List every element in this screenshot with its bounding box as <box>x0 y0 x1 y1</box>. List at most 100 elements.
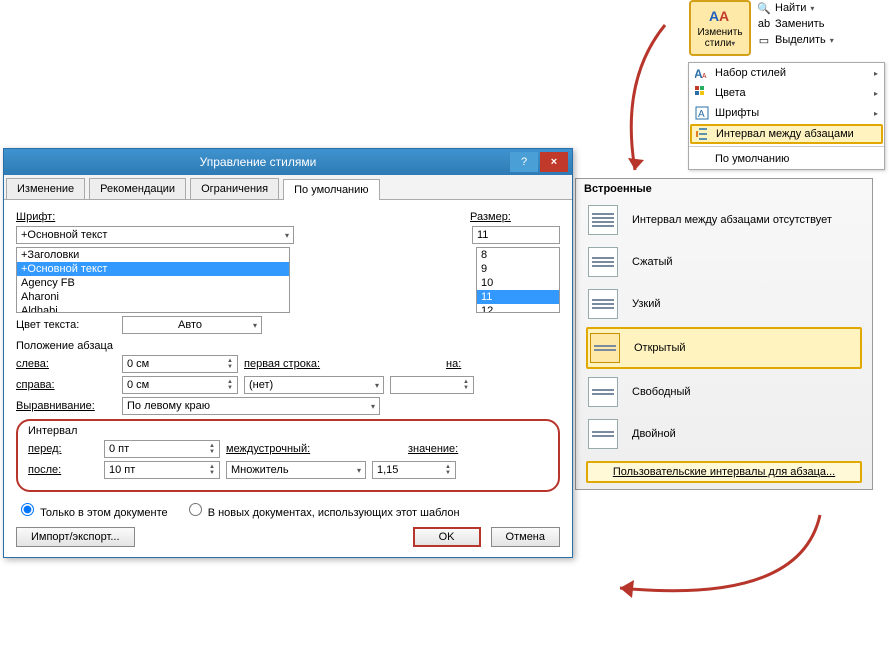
replace-label: Заменить <box>775 18 824 30</box>
replace-button[interactable]: ab Заменить <box>757 16 834 32</box>
help-button[interactable]: ? <box>510 152 538 172</box>
tab-recommend[interactable]: Рекомендации <box>89 178 186 199</box>
cancel-button[interactable]: Отмена <box>491 527 560 547</box>
menu-style-set[interactable]: AᴀНабор стилей▸ <box>689 63 884 83</box>
radio-doc[interactable]: Только в этом документе <box>16 500 168 519</box>
menu-fonts[interactable]: AШрифты▸ <box>689 103 884 123</box>
after-spin[interactable]: 10 пт▲▼ <box>104 461 220 479</box>
font-option[interactable]: Aldhabi <box>17 304 289 313</box>
linespacing-label: междустрочный: <box>226 443 310 455</box>
on-label: на: <box>446 358 461 370</box>
font-option[interactable]: +Основной текст <box>17 262 289 276</box>
change-styles-menu: AᴀНабор стилей▸ Цвета▸ AШрифты▸ Интервал… <box>688 62 885 170</box>
ok-button[interactable]: OK <box>413 527 481 547</box>
para-spacing-flyout: Встроенные Интервал между абзацами отсут… <box>575 178 873 490</box>
menu-para-spacing-label: Интервал между абзацами <box>716 128 854 140</box>
interval-group: Интервал перед: 0 пт▲▼ междустрочный: зн… <box>16 419 560 492</box>
menu-colors[interactable]: Цвета▸ <box>689 83 884 103</box>
close-button[interactable]: × <box>540 152 568 172</box>
before-spin[interactable]: 0 пт▲▼ <box>104 440 220 458</box>
styleset-icon: Aᴀ <box>695 66 709 80</box>
annotation-arrow-icon <box>600 510 830 630</box>
preset-free[interactable]: Свободный <box>576 371 872 413</box>
align-label: Выравнивание: <box>16 400 95 412</box>
firstline-combo[interactable]: (нет)▾ <box>244 376 384 394</box>
custom-spacing-label: Пользовательские интервалы для абзаца... <box>613 466 835 478</box>
preset-narrow[interactable]: Узкий <box>576 283 872 325</box>
colors-icon <box>695 86 709 100</box>
preset-compact-label: Сжатый <box>632 256 673 268</box>
manage-styles-dialog: Управление стилями ? × Изменение Рекомен… <box>3 148 573 558</box>
spacing-icon <box>696 127 710 141</box>
font-label: Шрифт: <box>16 211 55 223</box>
preset-double-icon <box>588 419 618 449</box>
preset-none-label: Интервал между абзацами отсутствует <box>632 214 832 226</box>
firstline-label: первая строка: <box>244 358 320 370</box>
size-list[interactable]: 8 9 10 11 12 <box>476 247 560 313</box>
custom-spacing[interactable]: Пользовательские интервалы для абзаца... <box>586 461 862 483</box>
tab-default[interactable]: По умолчанию <box>283 179 379 200</box>
align-combo[interactable]: По левому краю▾ <box>122 397 380 415</box>
left-spin[interactable]: 0 см▲▼ <box>122 355 238 373</box>
font-option[interactable]: Aharoni <box>17 290 289 304</box>
size-option[interactable]: 9 <box>477 262 559 276</box>
font-list[interactable]: +Заголовки +Основной текст Agency FB Aha… <box>16 247 290 313</box>
on-spin[interactable]: ▲▼ <box>390 376 474 394</box>
dialog-title: Управление стилями <box>8 155 508 169</box>
preset-open[interactable]: Открытый <box>586 327 862 369</box>
preset-none[interactable]: Интервал между абзацами отсутствует <box>576 199 872 241</box>
menu-default[interactable]: По умолчанию <box>689 149 884 169</box>
menu-para-spacing[interactable]: Интервал между абзацами <box>690 124 883 144</box>
select-button[interactable]: ▭Выделить▾ <box>757 32 834 48</box>
select-label: Выделить <box>775 34 826 46</box>
size-option[interactable]: 11 <box>477 290 559 304</box>
before-label: перед: <box>28 443 62 455</box>
change-styles-l1: Изменить <box>697 27 742 38</box>
preset-free-label: Свободный <box>632 386 691 398</box>
svg-text:A: A <box>719 8 729 24</box>
change-styles-button[interactable]: AA Изменитьстили▾ <box>689 0 751 56</box>
interval-label: Интервал <box>28 425 548 437</box>
svg-text:A: A <box>709 8 719 24</box>
preset-none-icon <box>588 205 618 235</box>
preset-double[interactable]: Двойной <box>576 413 872 455</box>
linespacing-combo[interactable]: Множитель▾ <box>226 461 366 479</box>
find-label: Найти <box>775 2 806 14</box>
replace-icon: ab <box>757 17 771 31</box>
find-button[interactable]: 🔍Найти▾ <box>757 0 834 16</box>
radio-template[interactable]: В новых документах, использующих этот ша… <box>184 500 460 519</box>
menu-style-set-label: Набор стилей <box>715 67 786 79</box>
preset-free-icon <box>588 377 618 407</box>
left-label: слева: <box>16 358 49 370</box>
menu-colors-label: Цвета <box>715 87 746 99</box>
value-label: значение: <box>408 443 458 455</box>
value-spin[interactable]: 1,15▲▼ <box>372 461 456 479</box>
change-styles-l2: стили <box>705 38 732 49</box>
text-color-combo[interactable]: Авто▾ <box>122 316 262 334</box>
size-label: Размер: <box>470 211 511 223</box>
select-icon: ▭ <box>757 33 771 47</box>
after-label: после: <box>28 464 61 476</box>
size-option[interactable]: 10 <box>477 276 559 290</box>
font-option[interactable]: +Заголовки <box>17 248 289 262</box>
tab-restrict[interactable]: Ограничения <box>190 178 279 199</box>
menu-default-label: По умолчанию <box>715 153 789 165</box>
font-combo[interactable]: +Основной текст▾ <box>16 226 294 244</box>
preset-compact[interactable]: Сжатый <box>576 241 872 283</box>
right-label: справа: <box>16 379 55 391</box>
size-option[interactable]: 8 <box>477 248 559 262</box>
svg-text:A: A <box>698 109 705 120</box>
para-pos-label: Положение абзаца <box>16 340 560 352</box>
annotation-arrow-icon <box>580 20 700 190</box>
import-export-button[interactable]: Импорт/экспорт... <box>16 527 135 547</box>
style-Aa-icon: AA <box>709 7 731 25</box>
svg-text:ᴀ: ᴀ <box>702 70 707 80</box>
size-input[interactable]: 11 <box>472 226 560 244</box>
font-option[interactable]: Agency FB <box>17 276 289 290</box>
builtin-header: Встроенные <box>576 179 872 199</box>
size-option[interactable]: 12 <box>477 304 559 313</box>
tab-edit[interactable]: Изменение <box>6 178 85 199</box>
menu-fonts-label: Шрифты <box>715 107 759 119</box>
preset-compact-icon <box>588 247 618 277</box>
right-spin[interactable]: 0 см▲▼ <box>122 376 238 394</box>
